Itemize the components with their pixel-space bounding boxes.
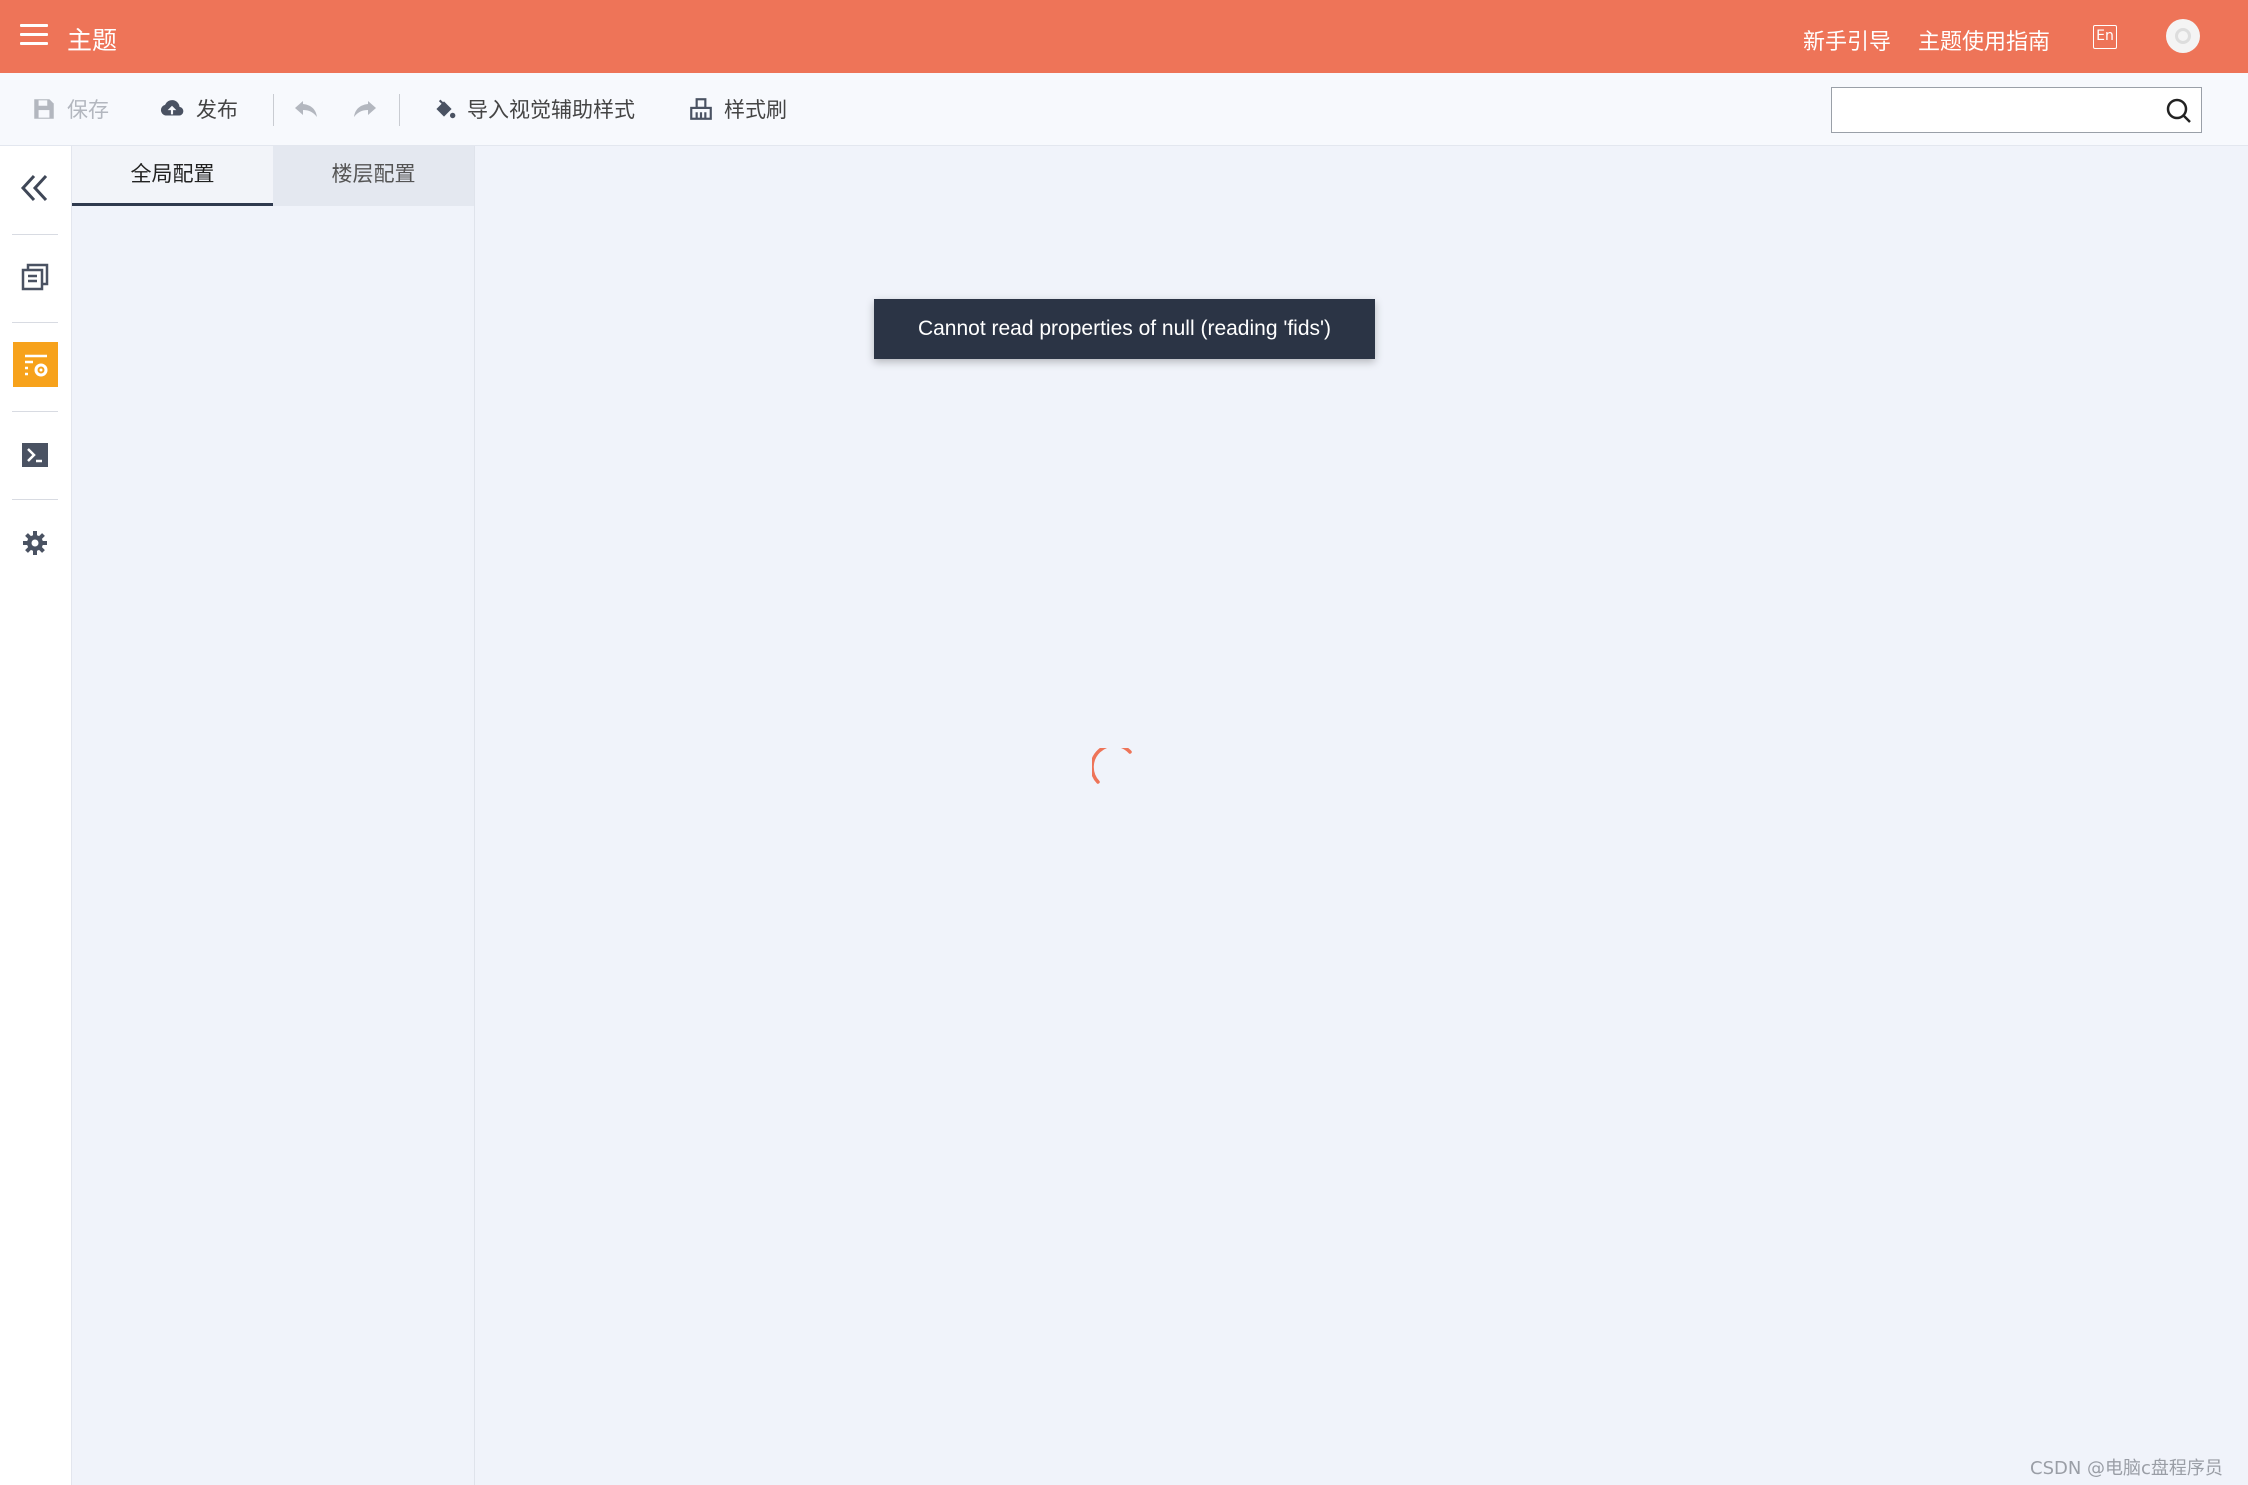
side-rail: [0, 146, 72, 1485]
code-button[interactable]: [11, 431, 59, 479]
undo-icon: [295, 101, 317, 117]
cloud-upload-icon: [160, 100, 184, 116]
save-button[interactable]: 保存: [31, 95, 109, 123]
collapse-icon: [20, 174, 48, 202]
rail-divider: [12, 411, 58, 412]
search-icon[interactable]: [2165, 97, 2193, 125]
import-style-label: 导入视觉辅助样式: [467, 98, 635, 122]
pages-button[interactable]: [11, 253, 59, 301]
menu-icon[interactable]: [20, 24, 48, 46]
publish-label: 发布: [196, 98, 238, 122]
search-input[interactable]: [1832, 88, 2172, 132]
redo-button[interactable]: [350, 95, 388, 123]
settings-button[interactable]: [11, 519, 59, 567]
style-brush-button[interactable]: 样式刷: [688, 95, 787, 123]
error-toast: Cannot read properties of null (reading …: [874, 299, 1375, 359]
import-style-button[interactable]: 导入视觉辅助样式: [431, 95, 635, 123]
theme-config-icon: [24, 354, 47, 376]
rail-divider: [12, 234, 58, 235]
toolbar: 保存 发布 导入视觉辅助样式 样式刷: [0, 73, 2248, 146]
page-title: 主题: [67, 26, 118, 55]
beginner-guide-link[interactable]: 新手引导: [1803, 24, 1891, 56]
redo-icon: [354, 101, 376, 117]
toolbar-divider: [399, 94, 400, 126]
style-brush-label: 样式刷: [724, 98, 787, 122]
publish-button[interactable]: 发布: [158, 95, 238, 123]
config-tabs: 全局配置 楼层配置: [72, 146, 474, 206]
tab-global-config[interactable]: 全局配置: [72, 146, 273, 206]
save-label: 保存: [67, 98, 109, 122]
search-box: [1831, 87, 2202, 133]
theme-config-button[interactable]: [13, 342, 58, 387]
undo-button[interactable]: [293, 95, 331, 123]
rail-divider: [12, 499, 58, 500]
brush-icon: [690, 98, 712, 120]
gear-icon: [23, 531, 47, 555]
save-icon: [34, 99, 54, 119]
toolbar-divider: [273, 94, 274, 126]
language-toggle[interactable]: En: [2093, 25, 2117, 49]
config-panel: 全局配置 楼层配置: [72, 146, 475, 1485]
theme-guide-link[interactable]: 主题使用指南: [1918, 24, 2050, 56]
pages-icon: [21, 263, 49, 291]
rail-divider: [12, 322, 58, 323]
paint-bucket-icon: [436, 99, 456, 119]
loading-spinner: [1092, 748, 1132, 784]
terminal-icon: [22, 443, 48, 467]
avatar[interactable]: [2166, 19, 2200, 53]
watermark: CSDN @电脑c盘程序员: [2030, 1458, 2223, 1479]
tab-floor-config[interactable]: 楼层配置: [273, 146, 474, 206]
top-header: 主题 新手引导 主题使用指南 En: [0, 0, 2248, 73]
collapse-button[interactable]: [11, 164, 59, 212]
